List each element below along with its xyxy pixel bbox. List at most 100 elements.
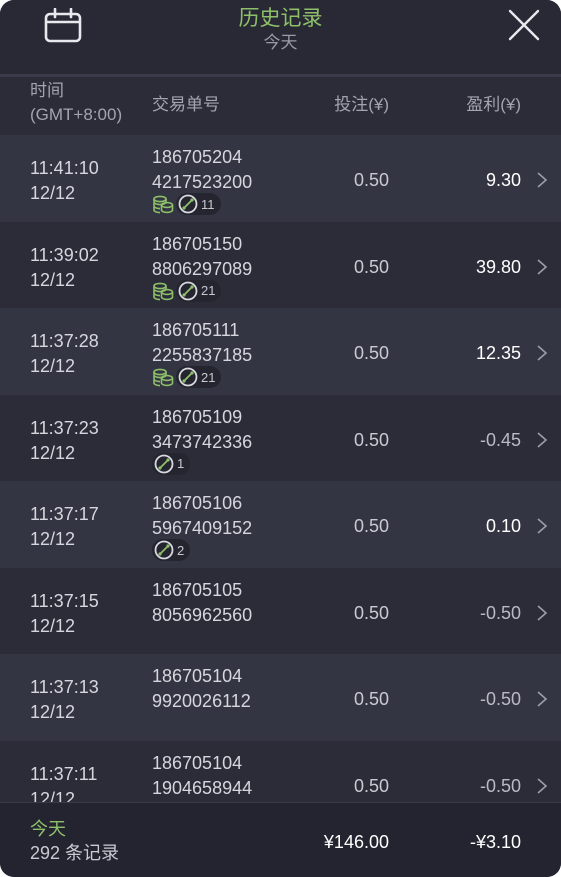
chevron-right-icon	[537, 518, 548, 534]
row-time: 11:37:11 12/12	[30, 762, 97, 803]
coins-icon	[153, 368, 174, 387]
footer-period-label: 今天	[30, 819, 66, 839]
ball-icon	[154, 540, 174, 560]
row-badges: 11	[152, 193, 221, 215]
row-profit: 12.35	[475, 343, 521, 363]
record-row[interactable]: 11:37:15 12/12 186705105 8056962560 0.50 -0.5…	[0, 567, 561, 654]
row-stake: 0.50	[353, 516, 389, 536]
ball-icon	[178, 194, 198, 214]
row-stake: 0.50	[353, 343, 389, 363]
row-badges: 2	[152, 539, 191, 561]
column-header-profit: 盈利(¥)	[466, 95, 521, 114]
row-time: 11:37:28 12/12	[30, 329, 99, 379]
record-count: 292 条记录	[30, 843, 120, 863]
row-time: 11:37:13 12/12	[30, 675, 99, 725]
row-time-date: 12/12	[30, 269, 76, 290]
record-row[interactable]: 11:37:23 12/12 186705109 3473742336 1 0.50 -0.…	[0, 394, 561, 481]
chevron-right-icon	[537, 604, 548, 621]
coins-icon	[153, 282, 174, 300]
row-time-clock: 11:41:10	[30, 158, 99, 178]
row-time-date: 12/12	[30, 788, 76, 803]
row-time-clock: 11:37:17	[30, 504, 99, 524]
column-header-timezone: (GMT+8:00)	[30, 105, 123, 124]
ball-icon	[154, 454, 174, 473]
row-time-date: 12/12	[30, 183, 76, 203]
row-order-part1: 186705111	[152, 320, 240, 340]
row-time: 11:37:23 12/12	[30, 416, 99, 466]
row-order-number: 186705111 2255837185	[152, 318, 252, 368]
row-order-part2: 4217523200	[152, 172, 253, 192]
row-time: 11:39:02 12/12	[30, 243, 99, 293]
row-stake: 0.50	[353, 429, 389, 450]
match-count-badge: 21	[176, 279, 222, 302]
row-order-part1: 186705104	[152, 752, 243, 773]
column-header-stake: 投注(¥)	[334, 95, 389, 114]
row-order-part2: 1904658944	[152, 777, 253, 798]
row-order-number: 186705204 4217523200	[152, 145, 252, 195]
row-order-part2: 8056962560	[152, 604, 253, 625]
row-order-part1: 186705109	[152, 406, 243, 427]
chevron-right-icon	[537, 258, 548, 275]
row-profit: 9.30	[485, 170, 521, 190]
row-time-date: 12/12	[30, 615, 76, 636]
record-row[interactable]: 11:37:13 12/12 186705104 9920026112 0.50 -0.5…	[0, 654, 561, 741]
match-count-badge: 21	[176, 366, 222, 388]
record-row[interactable]: 11:39:02 12/12 186705150 8806297089 21 0.50 39…	[0, 221, 561, 308]
row-stake: 0.50	[353, 170, 389, 190]
row-stake: 0.50	[353, 689, 389, 709]
close-icon[interactable]	[505, 6, 543, 44]
ball-icon	[178, 281, 198, 300]
row-profit: -0.45	[479, 429, 521, 450]
match-count: 21	[201, 283, 216, 298]
total-stake: ¥146.00	[323, 832, 389, 852]
row-profit: -0.50	[479, 689, 521, 709]
row-profit: 0.10	[485, 516, 521, 536]
row-order-part1: 186705204	[152, 147, 243, 167]
page-subtitle: 今天	[263, 33, 298, 52]
chevron-right-icon	[537, 345, 548, 361]
row-time-date: 12/12	[30, 529, 76, 549]
row-stake: 0.50	[353, 775, 389, 796]
chevron-right-icon	[537, 431, 548, 448]
record-row[interactable]: 11:37:17 12/12 186705106 5967409152 2 0.50 0.1…	[0, 481, 561, 568]
row-order-part2: 9920026112	[152, 691, 251, 711]
row-order-part1: 186705150	[152, 233, 243, 254]
record-row[interactable]: 11:37:11 12/12 186705104 1904658944 0.50 -0.5…	[0, 740, 561, 803]
chevron-right-icon	[537, 172, 548, 188]
row-order-part1: 186705106	[152, 493, 243, 513]
match-count: 2	[177, 542, 185, 558]
row-time-clock: 11:37:13	[30, 677, 99, 697]
header: 历史记录 今天	[0, 0, 561, 74]
chevron-right-icon	[537, 691, 548, 707]
column-header-time: 时间 (GMT+8:00)	[30, 79, 122, 127]
row-profit: -0.50	[479, 602, 521, 623]
page-title: 历史记录	[238, 7, 323, 30]
row-time: 11:37:15 12/12	[30, 589, 99, 639]
row-order-number: 186705150 8806297089	[152, 232, 252, 282]
match-count-badge: 11	[176, 193, 221, 215]
row-order-number: 186705109 3473742336	[152, 405, 252, 455]
row-badges: 1	[152, 452, 191, 475]
row-badges: 21	[152, 366, 222, 388]
row-order-number: 186705105 8056962560	[152, 578, 252, 628]
ball-icon	[178, 367, 198, 387]
record-row[interactable]: 11:41:10 12/12 186705204 4217523200 11 0.50 9.…	[0, 135, 561, 222]
row-time-date: 12/12	[30, 356, 76, 376]
row-order-part1: 186705104	[152, 666, 243, 686]
match-count-badge: 2	[152, 539, 191, 561]
match-count: 11	[201, 196, 215, 212]
match-count: 21	[201, 369, 216, 385]
summary-footer: 今天 292 条记录 ¥146.00 -¥3.10	[0, 802, 561, 877]
row-time-clock: 11:37:15	[30, 590, 99, 611]
row-time: 11:41:10 12/12	[30, 156, 99, 206]
record-row[interactable]: 11:37:28 12/12 186705111 2255837185 21 0.50 12…	[0, 308, 561, 395]
record-list[interactable]: 11:41:10 12/12 186705204 4217523200 11 0.50 9.…	[0, 135, 561, 802]
chevron-right-icon	[537, 777, 548, 794]
row-time-date: 12/12	[30, 442, 76, 463]
row-stake: 0.50	[353, 256, 389, 277]
history-panel: 历史记录 今天 时间 (GMT+8:00) 交易单号 投注(¥) 盈利(¥) 1…	[0, 0, 561, 877]
row-order-part2: 2255837185	[152, 345, 253, 365]
row-badges: 21	[152, 279, 222, 302]
row-order-number: 186705104 9920026112	[152, 664, 251, 714]
row-time: 11:37:17 12/12	[30, 502, 99, 552]
